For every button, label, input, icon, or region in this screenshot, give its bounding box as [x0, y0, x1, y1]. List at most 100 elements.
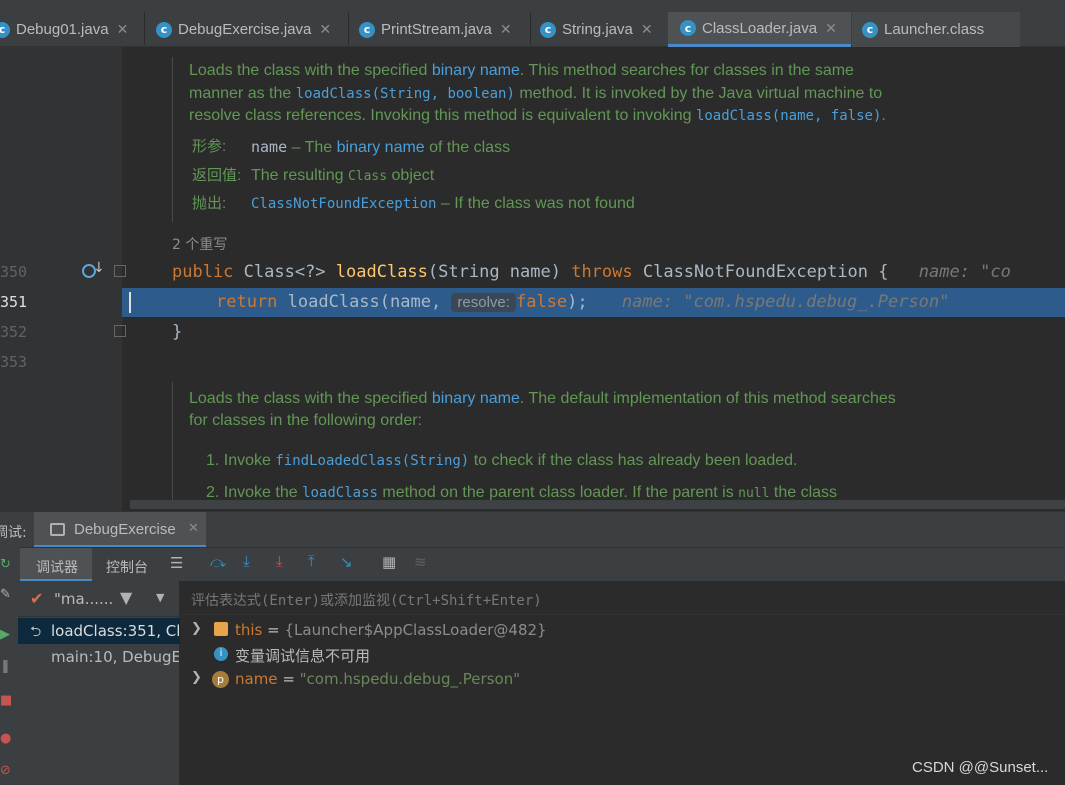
- tab-label: Debug01.java: [16, 21, 109, 38]
- frame-label: loadClass:351, Cla: [51, 622, 179, 640]
- close-icon[interactable]: ✕: [641, 21, 653, 38]
- step-out-icon[interactable]: ⤒: [308, 552, 315, 570]
- var-name: name: [235, 670, 278, 688]
- binary-name-link[interactable]: binary name: [337, 139, 425, 156]
- step-into-icon[interactable]: ⤓: [243, 552, 250, 570]
- close-icon[interactable]: ✕: [117, 21, 129, 38]
- binary-name-link[interactable]: binary name: [432, 62, 520, 79]
- variables-panel: 评估表达式(Enter)或添加监视(Ctrl+Shift+Enter) ❯ th…: [181, 581, 1065, 785]
- close-icon[interactable]: ✕: [825, 20, 837, 37]
- resume-icon[interactable]: ▶: [0, 627, 10, 642]
- method-link[interactable]: loadClass(name, false): [696, 108, 881, 124]
- run-to-cursor-icon[interactable]: ↘: [340, 553, 353, 571]
- view-breakpoints-icon[interactable]: ●: [0, 731, 11, 746]
- java-class-icon: c: [156, 21, 172, 38]
- java-class-icon: c: [680, 20, 696, 36]
- inline-value-hint: name: "com.hspedu.debug_.Person": [621, 292, 950, 312]
- info-text: 变量调试信息不可用: [235, 647, 371, 665]
- frame-row[interactable]: main:10, DebugEx: [18, 644, 180, 670]
- step-over-icon[interactable]: ⤼: [210, 553, 226, 571]
- tab-launcher[interactable]: c Launcher.class: [852, 12, 1020, 47]
- code-line-352: }: [172, 322, 183, 342]
- parameter-icon: p: [212, 671, 229, 688]
- tab-label: PrintStream.java: [381, 21, 492, 38]
- overrides-hint[interactable]: 2 个重写: [172, 234, 227, 254]
- doc-throws: ClassNotFoundException – If the class wa…: [251, 195, 635, 212]
- tab-printstream[interactable]: c PrintStream.java ✕: [359, 12, 535, 47]
- editor-tab-bar: c Debug01.java ✕ c DebugExercise.java ✕ …: [0, 12, 1065, 47]
- thread-name: "ma......: [54, 590, 114, 608]
- frame-row-current[interactable]: ⮌ loadClass:351, Cla: [18, 618, 180, 644]
- binary-name-link[interactable]: binary name: [432, 390, 520, 407]
- tab-debugexercise[interactable]: c DebugExercise.java ✕: [156, 12, 348, 47]
- session-label: DebugExercise: [74, 521, 176, 538]
- doc-params-label: 形参:: [192, 138, 227, 155]
- line-number: 352: [0, 323, 28, 341]
- watermark: CSDN @@Sunset...: [912, 759, 1049, 776]
- force-step-into-icon[interactable]: ⤓: [276, 552, 283, 570]
- tab-label: String.java: [562, 21, 633, 38]
- menu-icon[interactable]: ☰: [170, 554, 183, 572]
- tab-classloader[interactable]: c ClassLoader.java ✕: [668, 12, 851, 47]
- doc-list-item: 2. Invoke the loadClass method on the pa…: [206, 484, 838, 500]
- method-link[interactable]: loadClass(String, boolean): [296, 86, 515, 102]
- close-icon[interactable]: ✕: [319, 21, 331, 38]
- tab-debug01[interactable]: c Debug01.java ✕: [0, 12, 142, 47]
- doc-line: for classes in the following order:: [189, 412, 422, 429]
- var-name: this: [235, 621, 263, 639]
- doc-params: name – The binary name of the class: [251, 138, 511, 156]
- return-arrow-icon: ⮌: [30, 624, 42, 640]
- filter-icon[interactable]: ▼: [120, 588, 132, 607]
- variable-row[interactable]: ❯ this = {Launcher$AppClassLoader@482}: [181, 619, 1065, 643]
- mute-breakpoints-icon[interactable]: ⊘: [0, 763, 11, 778]
- fold-icon[interactable]: [114, 265, 126, 277]
- thread-selector[interactable]: ✔ "ma...... ▼ ▼: [18, 581, 180, 617]
- horizontal-scrollbar[interactable]: [130, 500, 1065, 509]
- java-class-icon: c: [359, 21, 375, 38]
- check-icon: ✔: [30, 589, 44, 608]
- method-link[interactable]: findLoadedClass(String): [275, 453, 469, 469]
- rerun-icon[interactable]: ↻: [0, 557, 11, 572]
- text-caret: [129, 292, 131, 313]
- parameter-hint: resolve:: [451, 293, 516, 312]
- doc-throws-label: 抛出:: [192, 195, 227, 212]
- stop-icon[interactable]: ■: [0, 693, 12, 708]
- arrow-down-icon: ↓: [93, 260, 105, 276]
- close-icon[interactable]: ✕: [188, 521, 199, 536]
- java-class-icon: c: [0, 21, 10, 38]
- tab-debugger-label: 调试器: [36, 560, 78, 576]
- java-class-icon: c: [862, 21, 878, 38]
- trace-stream-icon[interactable]: ≋: [414, 553, 427, 571]
- evaluate-expression-icon[interactable]: ▦: [382, 553, 396, 571]
- var-value: {Launcher$AppClassLoader@482}: [284, 621, 547, 639]
- wrench-icon[interactable]: ✎: [0, 587, 11, 602]
- line-number: 353: [0, 353, 28, 371]
- doc-returns-label: 返回值:: [192, 167, 242, 184]
- doc-line: manner as the loadClass(String, boolean)…: [189, 85, 883, 102]
- tab-string[interactable]: c String.java ✕: [540, 12, 668, 47]
- pause-icon[interactable]: ❚: [0, 659, 11, 674]
- variable-row-info: i 变量调试信息不可用: [181, 643, 1065, 667]
- var-value: "com.hspedu.debug_.Person": [299, 670, 521, 688]
- chevron-right-icon[interactable]: ❯: [191, 621, 202, 636]
- info-icon: i: [214, 647, 228, 661]
- debug-side-toolbar: ↻ ✎ ▶ ❚ ■ ● ⊘: [0, 547, 18, 785]
- tab-debugger[interactable]: 调试器: [20, 548, 92, 582]
- evaluate-expression-input[interactable]: 评估表达式(Enter)或添加监视(Ctrl+Shift+Enter): [181, 581, 1065, 615]
- doc-line: Loads the class with the specified binar…: [189, 62, 854, 79]
- debug-label: 调试:: [0, 525, 27, 541]
- code-line-351: return loadClass(name, resolve: false); n…: [216, 292, 950, 312]
- frames-panel: ✔ "ma...... ▼ ▼ ⮌ loadClass:351, Cla mai…: [18, 581, 180, 785]
- method-link[interactable]: loadClass: [302, 485, 378, 500]
- exception-link[interactable]: ClassNotFoundException: [251, 196, 436, 212]
- chevron-down-icon[interactable]: ▼: [156, 591, 164, 604]
- tab-debug-session[interactable]: DebugExercise ✕: [34, 512, 206, 548]
- field-icon: [214, 622, 228, 636]
- chevron-right-icon[interactable]: ❯: [191, 670, 202, 685]
- fold-icon[interactable]: [114, 325, 126, 337]
- console-icon: [50, 523, 65, 536]
- close-icon[interactable]: ✕: [500, 21, 512, 38]
- variable-row[interactable]: ❯ p name = "com.hspedu.debug_.Person": [181, 668, 1065, 692]
- doc-line: Loads the class with the specified binar…: [189, 390, 896, 407]
- tab-console[interactable]: 控制台: [106, 557, 148, 577]
